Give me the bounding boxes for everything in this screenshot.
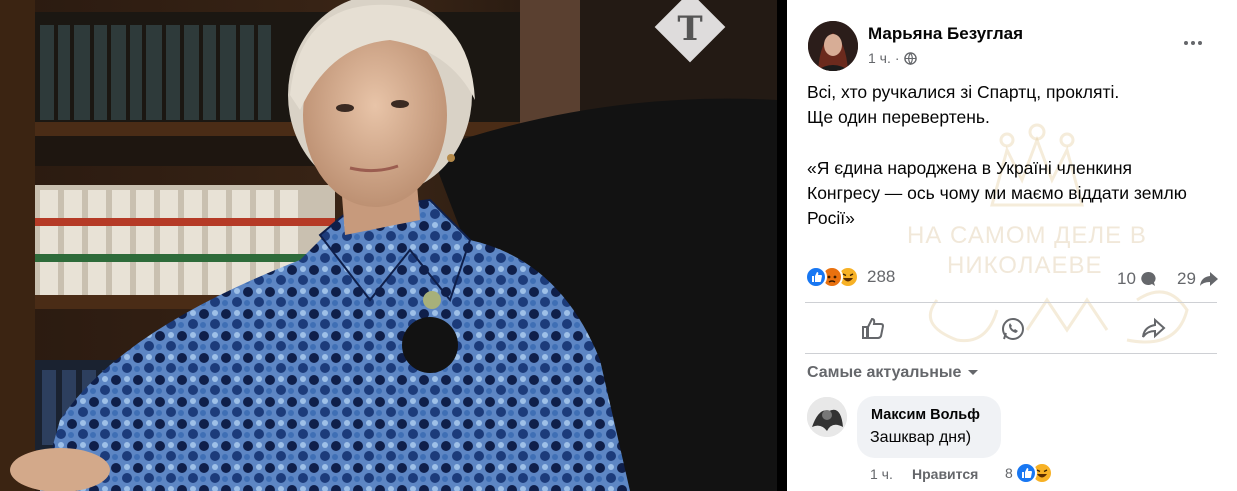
comment-author[interactable]: Максим Вольф: [871, 407, 980, 423]
post-text-line: Ще один перевертень.: [807, 107, 990, 127]
comments-count-value: 10: [1117, 269, 1136, 288]
comment-sort-dropdown[interactable]: Самые актуальные: [807, 364, 979, 382]
post-text-line: «Я єдина народжена в Україні членкиня: [807, 158, 1132, 178]
watermark-line1: НА САМОМ ДЕЛЕ В: [907, 222, 1147, 249]
more-options-icon[interactable]: [1182, 36, 1204, 50]
separator-dot: ·: [894, 50, 900, 66]
watermark-line2: НИКОЛАЕВЕ: [947, 252, 1103, 279]
share-icon: [1142, 317, 1166, 339]
divider: [805, 302, 1217, 303]
reaction-count: 288: [867, 267, 896, 286]
comment-like-button[interactable]: Нравится: [912, 466, 978, 482]
whatsapp-share-button[interactable]: [997, 313, 1029, 345]
post-time[interactable]: 1 ч.: [868, 50, 891, 66]
sort-label: Самые актуальные: [807, 364, 962, 381]
like-icon: [805, 266, 827, 288]
commenter-avatar[interactable]: [807, 397, 847, 437]
whatsapp-icon: [1002, 318, 1024, 340]
post-text-line: Всі, хто ручкалися зі Спартц, прокляті.: [807, 82, 1120, 102]
like-icon: [1014, 462, 1037, 484]
comment-reaction-count: 8: [1005, 465, 1013, 481]
reactions-summary[interactable]: 288: [805, 266, 895, 288]
telegraph-logo-icon: T: [645, 0, 735, 72]
post-text-line: Росії»: [807, 208, 855, 228]
like-button[interactable]: [857, 313, 889, 345]
facebook-post: НА САМОМ ДЕЛЕ В НИКОЛАЕВЕ Марьяна Безугл…: [787, 0, 1237, 491]
crown-watermark-icon: [928, 123, 1189, 344]
divider: [805, 353, 1217, 354]
author-avatar[interactable]: [808, 21, 858, 71]
thumbs-up-icon: [862, 317, 885, 339]
woman-portrait-image: [0, 0, 777, 491]
comment-text: Зашквар дня): [870, 429, 972, 446]
shares-count[interactable]: 29: [1177, 269, 1219, 289]
comment-time[interactable]: 1 ч.: [870, 466, 893, 482]
share-button[interactable]: [1137, 313, 1169, 345]
watermark: НА САМОМ ДЕЛЕ В НИКОЛАЕВЕ: [897, 110, 1227, 380]
author-name[interactable]: Марьяна Безуглая: [868, 24, 1023, 44]
comment-reactions[interactable]: 8: [1005, 462, 1053, 484]
share-arrow-icon: [1199, 272, 1218, 286]
logo-letter: T: [677, 9, 702, 49]
post-photo[interactable]: T: [0, 0, 777, 491]
globe-icon: [903, 51, 917, 65]
shares-count-value: 29: [1177, 269, 1196, 288]
chevron-down-icon: [968, 370, 979, 375]
comment-bubble-icon: [1141, 271, 1156, 286]
comment-bubble: Максим Вольф Зашквар дня): [857, 396, 1001, 458]
comments-count[interactable]: 10: [1117, 269, 1157, 289]
post-meta: 1 ч. ·: [868, 50, 917, 66]
post-text-line: Конгресу — ось чому ми маємо віддати зем…: [807, 183, 1187, 203]
